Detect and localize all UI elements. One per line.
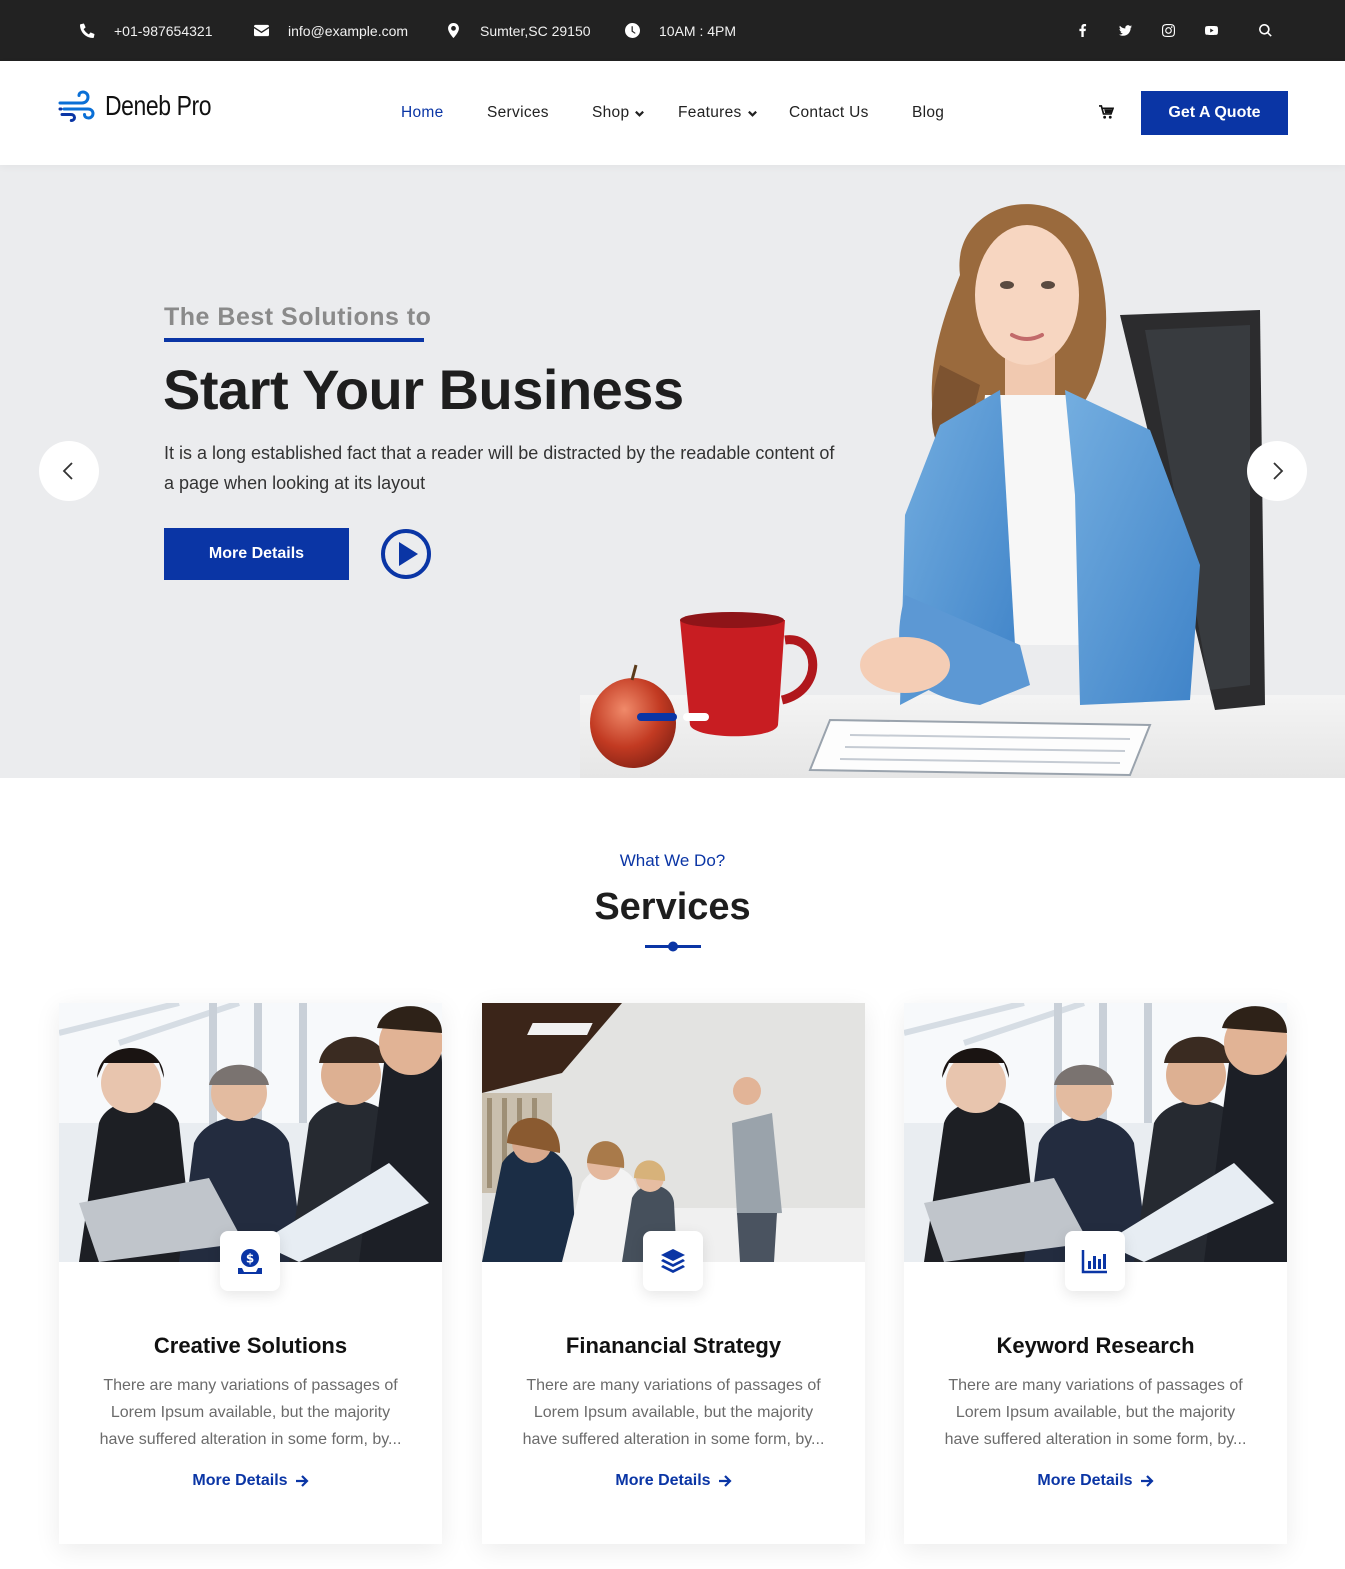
service-icon-box: $ — [220, 1231, 280, 1291]
map-pin-icon — [448, 23, 459, 38]
arrow-right-icon — [1140, 1475, 1154, 1487]
clock-icon — [625, 23, 640, 38]
hero-more-details-button[interactable]: More Details — [164, 528, 349, 580]
service-photo-team-meeting — [904, 1003, 1287, 1262]
email-info[interactable]: info@example.com — [254, 0, 408, 61]
hours-info: 10AM : 4PM — [625, 0, 736, 61]
money-bag-icon: $ — [238, 1249, 262, 1274]
prev-slide-button[interactable] — [39, 441, 99, 501]
location-info: Sumter,SC 29150 — [446, 0, 591, 61]
instagram-icon[interactable] — [1159, 21, 1177, 39]
search-icon[interactable] — [1256, 21, 1274, 39]
service-photo-team-meeting — [59, 1003, 442, 1262]
nav-contact-label: Contact Us — [789, 104, 869, 121]
next-slide-button[interactable] — [1247, 441, 1307, 501]
site-header: Deneb Pro Home Services Shop Features Co… — [0, 61, 1345, 165]
chevron-right-icon — [1273, 462, 1284, 480]
location-text: Sumter,SC 29150 — [480, 22, 591, 39]
service-card-more-link[interactable]: More Details — [904, 1472, 1287, 1490]
nav-shop[interactable]: Shop — [592, 104, 645, 122]
get-a-quote-button[interactable]: Get A Quote — [1141, 91, 1288, 135]
nav-services-label: Services — [487, 104, 549, 121]
twitter-icon[interactable] — [1116, 21, 1134, 39]
play-video-icon[interactable] — [380, 528, 432, 580]
arrow-right-icon — [718, 1475, 732, 1487]
service-card-text: There are many variations of passages of… — [99, 1377, 402, 1448]
nav-features-label: Features — [678, 104, 742, 121]
chevron-left-icon — [62, 462, 73, 480]
service-card-text: There are many variations of passages of… — [944, 1377, 1247, 1448]
service-card-more-link[interactable]: More Details — [482, 1472, 865, 1490]
nav-home[interactable]: Home — [401, 104, 444, 122]
arrow-right-icon — [295, 1475, 309, 1487]
envelope-icon — [254, 24, 269, 37]
service-icon-box — [643, 1231, 703, 1291]
chevron-down-icon — [635, 110, 645, 117]
youtube-icon[interactable] — [1202, 21, 1220, 39]
logo[interactable]: Deneb Pro — [58, 88, 234, 124]
cart-icon[interactable] — [1099, 105, 1114, 120]
hero-slider: The Best Solutions to Start Your Busines… — [0, 165, 1345, 778]
hero-description: It is a long established fact that a rea… — [164, 443, 835, 493]
email-text: info@example.com — [288, 22, 409, 39]
more-details-label: More Details — [615, 1472, 711, 1489]
service-card: Keyword Research There are many variatio… — [904, 1003, 1287, 1544]
service-photo-presentation — [482, 1003, 865, 1262]
nav-shop-label: Shop — [592, 104, 630, 121]
nav-features[interactable]: Features — [678, 104, 758, 122]
hero-eyebrow-underline — [164, 338, 424, 342]
service-card-title: Finanancial Strategy — [565, 1333, 782, 1358]
wind-logo-icon — [58, 90, 95, 122]
more-details-label: More Details — [192, 1472, 288, 1489]
top-info-bar: +01-987654321 info@example.com Sumter,SC… — [0, 0, 1345, 61]
nav-contact[interactable]: Contact Us — [789, 104, 869, 122]
phone-info[interactable]: +01-987654321 — [80, 0, 213, 61]
logo-text: Deneb Pro — [105, 90, 212, 121]
service-card-title: Keyword Research — [996, 1333, 1195, 1358]
nav-home-label: Home — [401, 104, 444, 121]
chevron-down-icon — [747, 110, 757, 117]
services-eyebrow: What We Do? — [619, 851, 726, 870]
slider-dot[interactable] — [637, 713, 677, 721]
service-card-title: Creative Solutions — [153, 1333, 348, 1358]
section-divider — [645, 941, 701, 952]
more-details-label: More Details — [1037, 1472, 1133, 1489]
svg-text:$: $ — [246, 1252, 254, 1266]
layers-icon — [661, 1249, 685, 1273]
nav-blog-label: Blog — [912, 104, 945, 121]
service-card-more-link[interactable]: More Details — [59, 1472, 442, 1490]
phone-icon — [80, 23, 95, 38]
slider-dot[interactable] — [683, 713, 709, 721]
service-card: Finanancial Strategy There are many vari… — [482, 1003, 865, 1544]
service-card-text: There are many variations of passages of… — [522, 1377, 825, 1448]
hours-text: 10AM : 4PM — [659, 22, 737, 39]
nav-blog[interactable]: Blog — [912, 104, 944, 122]
service-icon-box — [1065, 1231, 1125, 1291]
services-title: Services — [594, 886, 751, 928]
service-card: $ Creative Solutions There are many vari… — [59, 1003, 442, 1544]
facebook-icon[interactable] — [1073, 21, 1091, 39]
hero-eyebrow: The Best Solutions to — [164, 303, 432, 331]
slider-pagination — [637, 713, 715, 721]
bar-chart-icon — [1081, 1250, 1107, 1274]
phone-text: +01-987654321 — [114, 22, 213, 39]
nav-services[interactable]: Services — [487, 104, 549, 122]
hero-title: Start Your Business — [163, 358, 684, 421]
